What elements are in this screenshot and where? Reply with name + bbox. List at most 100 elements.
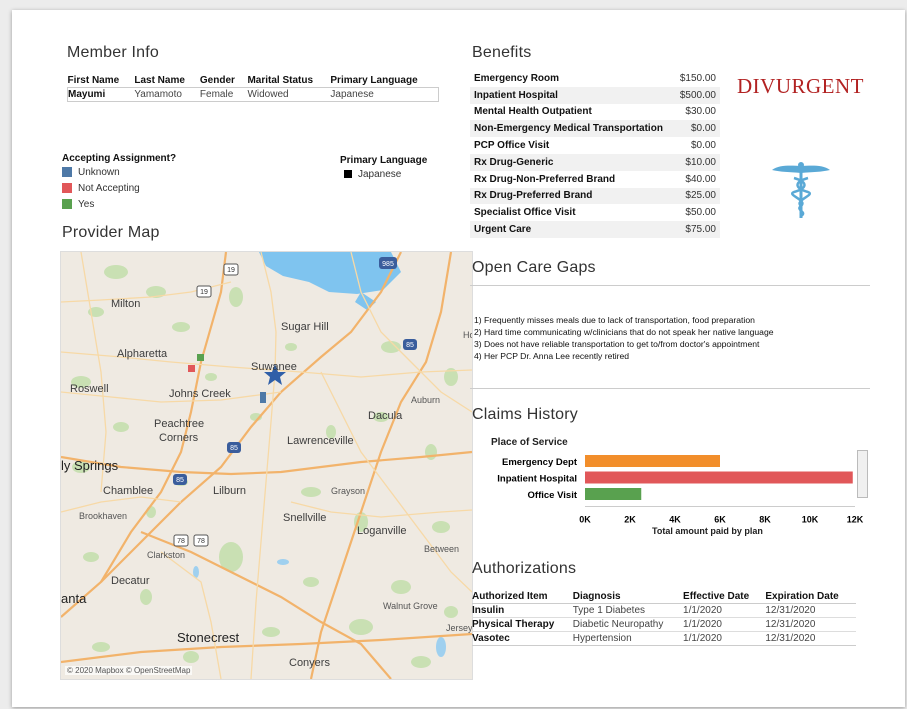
table-row[interactable]: Physical Therapy Diabetic Neuropathy 1/1… [472,617,856,632]
x-tick-label: 2K [624,515,636,525]
col-gender: Gender [199,75,235,86]
member-last-name: Yamamoto [134,89,182,100]
divider [470,285,870,286]
benefit-row[interactable]: Inpatient Hospital $500.00 [470,86,720,104]
x-tick-label: 0K [579,515,591,525]
table-row[interactable]: Mayumi Yamamoto Female Widowed Japanese [67,87,439,102]
auth-diagnosis: Type 1 Diabetes [572,605,646,616]
map-place-label: Dacula [368,410,403,422]
assignment-legend-title: Accepting Assignment? [62,153,177,164]
map-place-label: Between [424,544,460,554]
divider [470,388,870,389]
bar-office-visit[interactable] [585,488,642,500]
member-gender: Female [199,89,234,100]
benefit-value: $150.00 [679,72,716,84]
col-marital-status: Marital Status [247,75,314,86]
legend-item-japanese[interactable]: Japanese [340,166,427,182]
category-label: Emergency Dept [502,457,578,468]
benefit-value: $50.00 [685,207,716,219]
auth-expiration-date: 12/31/2020 [765,633,816,644]
map-place-label: Sugar Hill [281,321,329,333]
benefit-row[interactable]: Mental Health Outpatient $30.00 [470,104,720,121]
claims-history-title: Claims History [472,406,578,423]
x-tick-label: 8K [759,515,771,525]
map-attribution[interactable]: © 2020 Mapbox © OpenStreetMap [65,666,193,675]
col-expiration-date: Expiration Date [765,591,839,602]
map-place-label: Roswell [70,383,109,395]
benefit-row[interactable]: Rx Drug-Non-Preferred Brand $40.00 [470,171,720,188]
care-gap-item: 4) Her PCP Dr. Anna Lee recently retired [474,351,630,361]
legend-item-not-accepting[interactable]: Not Accepting [62,180,176,196]
provider-map[interactable]: 985 85 85 85 19 19 78 78 Milton Sugar Hi… [60,251,473,680]
route-shield: 85 [406,342,414,349]
member-info-title: Member Info [67,44,160,61]
benefit-name: PCP Office Visit [474,140,550,152]
auth-item: Vasotec [472,633,510,644]
legend-item-unknown[interactable]: Unknown [62,164,176,180]
care-gap-item: 1) Frequently misses meals due to lack o… [474,315,755,325]
benefit-row[interactable]: Specialist Office Visit $50.00 [470,204,720,221]
auth-diagnosis: Hypertension [572,633,632,644]
benefit-value: $25.00 [685,190,716,202]
auth-effective-date: 1/1/2020 [683,619,722,630]
map-place-label: Snellville [283,512,327,524]
benefit-name: Specialist Office Visit [474,207,576,219]
map-place-label: Suwanee [251,361,297,373]
auth-item: Physical Therapy [472,619,555,630]
legend-swatch [62,183,72,193]
chart-scrollbar[interactable] [857,450,868,498]
map-place-label: Johns Creek [169,388,231,400]
table-row[interactable]: Vasotec Hypertension 1/1/2020 12/31/2020 [472,631,856,646]
benefit-row[interactable]: PCP Office Visit $0.00 [470,137,720,154]
provider-map-title: Provider Map [62,224,160,241]
table-row[interactable]: Insulin Type 1 Diabetes 1/1/2020 12/31/2… [472,603,856,618]
map-place-label: Walnut Grove [383,601,438,611]
map-place-label: Loganville [357,525,407,537]
benefit-name: Inpatient Hospital [474,89,558,101]
auth-effective-date: 1/1/2020 [683,633,722,644]
x-axis-title: Total amount paid by plan [652,526,763,536]
provider-marker-yes[interactable] [197,354,204,361]
x-tick-label: 12K [847,515,864,525]
route-shield: 78 [197,538,205,545]
legend-label: Japanese [358,168,402,180]
map-place-label: Brookhaven [79,511,128,521]
map-place-label: Peachtree [154,418,205,430]
authorizations-table: Authorized Item Diagnosis Effective Date… [472,590,856,646]
benefit-row[interactable]: Rx Drug-Preferred Brand $25.00 [470,187,720,205]
col-diagnosis: Diagnosis [572,591,621,602]
category-label: Inpatient Hospital [497,474,577,485]
col-primary-language: Primary Language [330,75,418,86]
care-gap-item: 3) Does not have reliable transportation… [474,339,760,349]
benefit-name: Urgent Care [474,224,532,236]
benefit-row[interactable]: Urgent Care $75.00 [470,221,720,238]
map-place-label: Clarkston [147,550,186,560]
member-info-table: First Name Last Name Gender Marital Stat… [67,74,439,102]
care-gaps-title: Open Care Gaps [472,259,596,276]
col-authorized-item: Authorized Item [472,591,548,602]
bar-emergency-dept[interactable] [585,455,720,467]
provider-marker-not-accepting[interactable] [188,365,195,372]
care-gap-item: 2) Hard time communicating w/clinicians … [474,327,774,337]
legend-item-yes[interactable]: Yes [62,196,176,212]
benefit-row[interactable]: Emergency Room $150.00 [470,70,720,87]
auth-expiration-date: 12/31/2020 [765,619,816,630]
x-tick-label: 6K [714,515,726,525]
bar-inpatient-hospital[interactable] [585,471,853,484]
benefit-value: $75.00 [685,224,716,236]
benefit-name: Emergency Room [474,72,560,84]
map-place-label: Chamblee [103,485,154,497]
benefits-title: Benefits [472,44,532,61]
x-tick-label: 4K [669,515,681,525]
route-shield: 78 [177,538,185,545]
language-legend-title: Primary Language [340,155,428,166]
benefit-row[interactable]: Rx Drug-Generic $10.00 [470,153,720,171]
benefit-value: $10.00 [685,156,716,168]
map-place-label: Lawrenceville [287,435,354,447]
provider-marker-unknown[interactable] [260,392,266,403]
x-tick-label: 10K [802,515,819,525]
map-place-label: Alpharetta [117,348,168,360]
benefit-row[interactable]: Non-Emergency Medical Transportation $0.0… [470,120,720,138]
benefit-name: Rx Drug-Preferred Brand [474,190,593,202]
benefit-value: $30.00 [685,106,716,118]
